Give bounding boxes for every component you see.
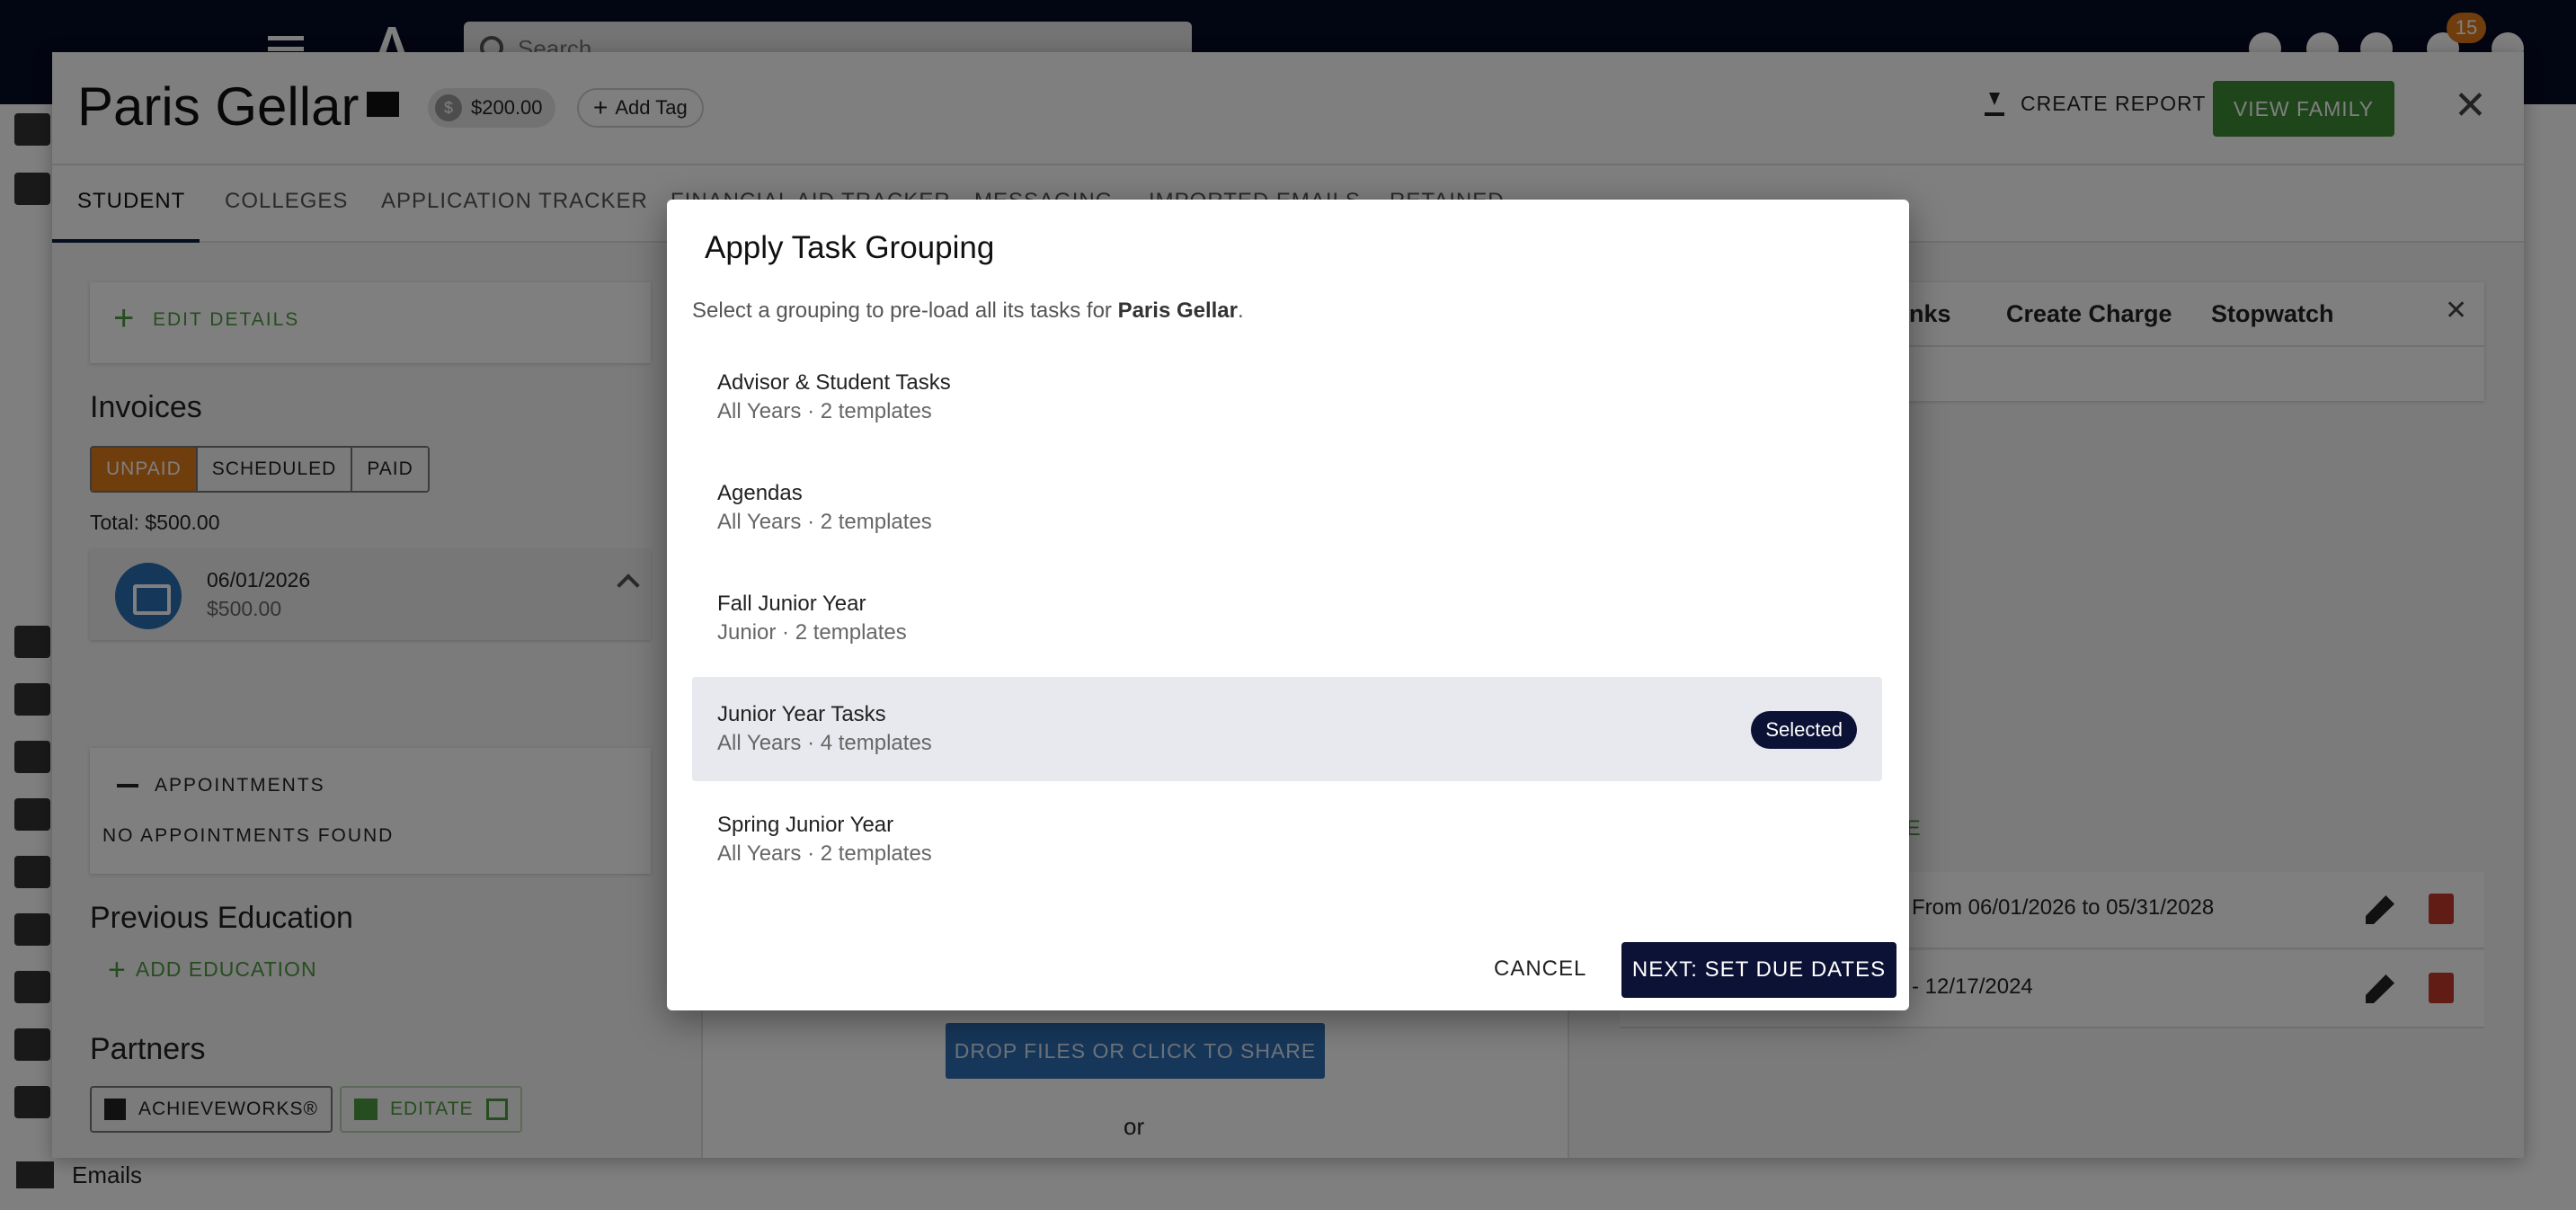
description-suffix: . [1238, 298, 1244, 323]
grouping-item-spring-junior-year[interactable]: Spring Junior Year All Years · 2 templat… [692, 787, 1882, 892]
grouping-name: Fall Junior Year [717, 592, 866, 616]
description-student-name: Paris Gellar [1117, 298, 1238, 323]
dialog-title: Apply Task Grouping [705, 230, 995, 265]
grouping-meta: All Years · 2 templates [717, 841, 932, 866]
grouping-name: Advisor & Student Tasks [717, 370, 951, 395]
apply-task-grouping-dialog: Apply Task Grouping Select a grouping to… [667, 200, 1909, 1010]
cancel-button[interactable]: CANCEL [1494, 956, 1586, 982]
grouping-meta: All Years · 4 templates [717, 731, 932, 755]
grouping-item-advisor-student-tasks[interactable]: Advisor & Student Tasks All Years · 2 te… [692, 345, 1882, 449]
grouping-item-agendas[interactable]: Agendas All Years · 2 templates [692, 456, 1882, 560]
grouping-name: Agendas [717, 481, 803, 505]
grouping-item-junior-year-tasks[interactable]: Junior Year Tasks All Years · 4 template… [692, 677, 1882, 781]
grouping-item-fall-junior-year[interactable]: Fall Junior Year Junior · 2 templates [692, 566, 1882, 671]
grouping-meta: Junior · 2 templates [717, 620, 907, 645]
grouping-list: Advisor & Student Tasks All Years · 2 te… [692, 345, 1882, 898]
selected-badge: Selected [1751, 711, 1857, 749]
grouping-name: Spring Junior Year [717, 813, 894, 837]
next-set-due-dates-button[interactable]: NEXT: SET DUE DATES [1621, 942, 1896, 998]
grouping-meta: All Years · 2 templates [717, 510, 932, 534]
grouping-meta: All Years · 2 templates [717, 399, 932, 423]
description-prefix: Select a grouping to pre-load all its ta… [692, 298, 1118, 323]
dialog-description: Select a grouping to pre-load all its ta… [692, 298, 1244, 324]
grouping-name: Junior Year Tasks [717, 702, 886, 726]
